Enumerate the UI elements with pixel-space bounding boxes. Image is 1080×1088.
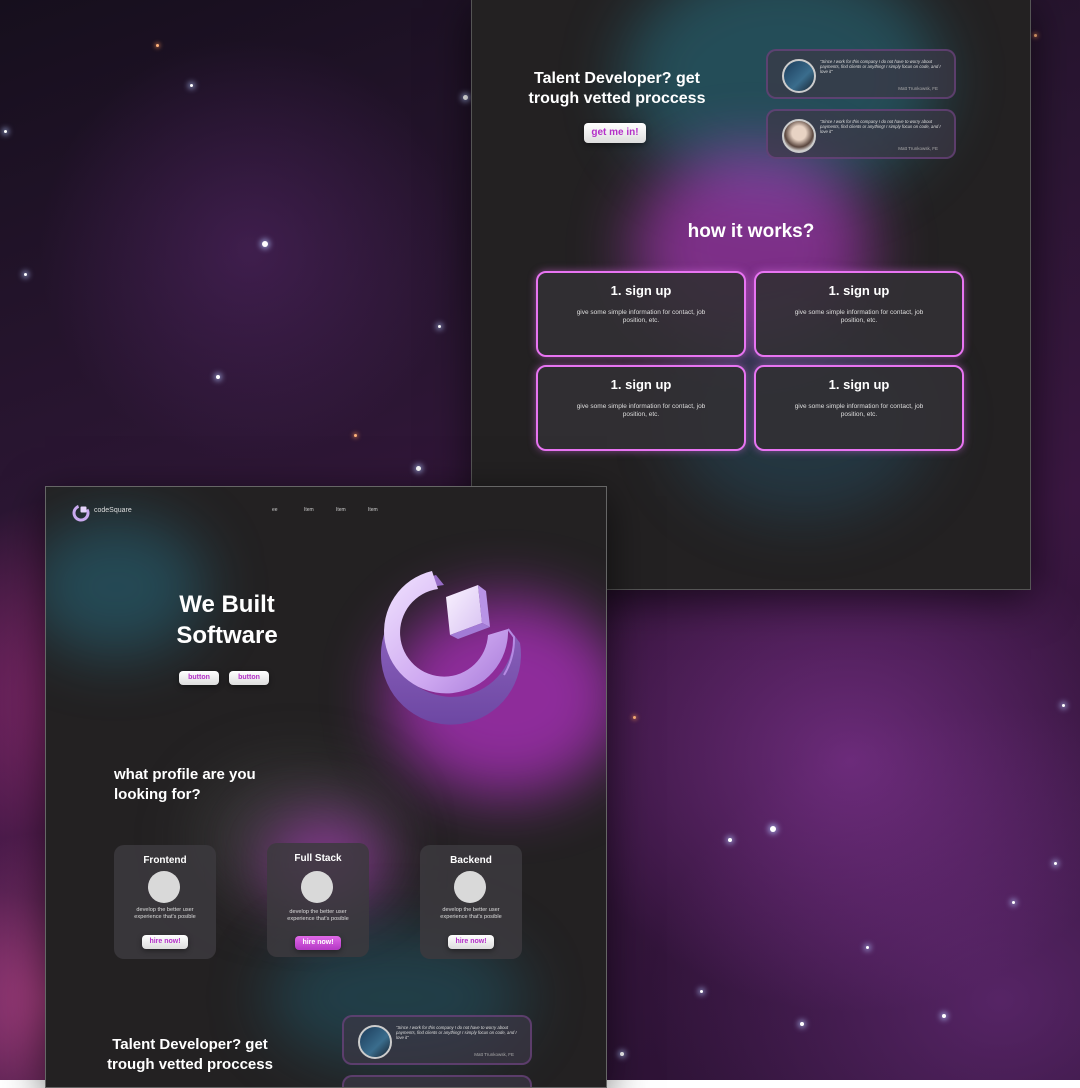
- profile-card-fullstack: Full Stack develop the better user exper…: [267, 843, 369, 957]
- hero-title-line: Software: [176, 622, 278, 649]
- profile-description: develop the better user experience that'…: [134, 907, 196, 920]
- hire-now-button[interactable]: hire now!: [448, 935, 494, 949]
- profile-description: develop the better user experience that'…: [287, 909, 349, 922]
- profile-title: Frontend: [143, 855, 187, 866]
- testimonial-quote: "Since I work for this company I do not …: [820, 59, 941, 74]
- hero-title: We Built Software: [142, 589, 312, 651]
- profile-heading: what profile are you looking for?: [114, 766, 256, 803]
- hero-button[interactable]: button: [229, 671, 269, 685]
- avatar: [782, 59, 816, 93]
- hire-now-button[interactable]: hire now!: [295, 936, 341, 950]
- profile-card-backend: Backend develop the better user experien…: [420, 845, 522, 959]
- testimonial-author: Matt Trunkowsk, FE: [898, 146, 938, 151]
- hero-3d-logo-icon: [354, 565, 534, 730]
- step-title: 1. sign up: [610, 283, 672, 298]
- hero-button[interactable]: button: [179, 671, 219, 685]
- cta-heading: Talent Developer? get trough vetted proc…: [107, 1036, 273, 1073]
- get-me-in-button[interactable]: get me in!: [584, 123, 646, 143]
- nav-item[interactable]: ee: [272, 507, 278, 513]
- testimonial-author: Matt Trunkowsk, FE: [474, 1052, 514, 1057]
- step-description: give some simple information for contact…: [794, 309, 924, 324]
- profile-card-frontend: Frontend develop the better user experie…: [114, 845, 216, 959]
- step-description: give some simple information for contact…: [576, 309, 706, 324]
- profile-image-placeholder: [148, 871, 180, 903]
- nav-item[interactable]: Item: [304, 507, 314, 513]
- hero-title-line: We Built: [179, 591, 275, 618]
- step-description: give some simple information for contact…: [794, 403, 924, 418]
- step-card: 1. sign up give some simple information …: [536, 271, 746, 357]
- brand-logo-icon[interactable]: [72, 504, 90, 522]
- step-card: 1. sign up give some simple information …: [754, 365, 964, 451]
- profile-image-placeholder: [454, 871, 486, 903]
- testimonial-quote: "Since I work for this company I do not …: [820, 119, 941, 134]
- avatar: [358, 1025, 392, 1059]
- testimonial-card: "Since I work for this company I do not …: [766, 49, 956, 99]
- testimonial-author: Matt Trunkowsk, FE: [898, 86, 938, 91]
- profile-title: Backend: [450, 855, 492, 866]
- nav-item[interactable]: Item: [336, 507, 346, 513]
- how-it-works-heading: how it works?: [687, 221, 815, 242]
- profile-title: Full Stack: [294, 853, 342, 864]
- cta-heading: Talent Developer? get trough vetted proc…: [528, 70, 706, 107]
- avatar: [782, 119, 816, 153]
- screen-landing: codeSquare ee Item Item Item We Built So…: [45, 486, 607, 1088]
- testimonial-card-partial: [342, 1075, 532, 1087]
- nav-item[interactable]: Item: [368, 507, 378, 513]
- step-title: 1. sign up: [828, 283, 890, 298]
- testimonial-card: "Since I work for this company I do not …: [342, 1015, 532, 1065]
- testimonial-card: "Since I work for this company I do not …: [766, 109, 956, 159]
- step-card: 1. sign up give some simple information …: [754, 271, 964, 357]
- step-title: 1. sign up: [828, 377, 890, 392]
- profile-description: develop the better user experience that'…: [440, 907, 502, 920]
- step-card: 1. sign up give some simple information …: [536, 365, 746, 451]
- hire-now-button[interactable]: hire now!: [142, 935, 188, 949]
- testimonial-quote: "Since I work for this company I do not …: [396, 1025, 517, 1040]
- brand-name: codeSquare: [94, 507, 132, 514]
- step-title: 1. sign up: [610, 377, 672, 392]
- profile-image-placeholder: [301, 871, 333, 903]
- step-description: give some simple information for contact…: [576, 403, 706, 418]
